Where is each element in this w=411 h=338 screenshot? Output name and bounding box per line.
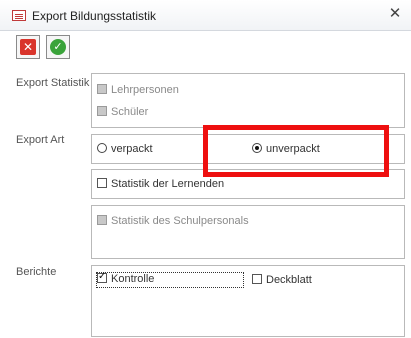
checkbox-kontrolle[interactable]: Kontrolle <box>96 271 244 288</box>
checkbox-deckblatt[interactable]: Deckblatt <box>252 274 312 286</box>
checkbox-statistik-lernende[interactable]: Statistik der Lernenden <box>97 178 224 190</box>
radio-verpackt[interactable]: verpackt <box>97 143 153 155</box>
checkbox-label: Schüler <box>111 106 149 118</box>
radio-label: unverpackt <box>266 143 320 155</box>
checkbox-label: Deckblatt <box>266 274 312 286</box>
export-art-label: Export Art <box>16 134 65 146</box>
checkbox-box[interactable] <box>97 106 107 116</box>
berichte-label: Berichte <box>16 266 57 278</box>
radio-button[interactable] <box>252 143 262 153</box>
form-icon <box>12 10 26 21</box>
radio-button[interactable] <box>97 143 107 153</box>
checkbox-label: Statistik des Schulpersonals <box>111 215 249 227</box>
export-statistik-label: Export Statistik <box>16 77 90 89</box>
window-close-button[interactable]: ✕ <box>385 4 405 24</box>
checkbox-box[interactable] <box>97 215 107 225</box>
export-statistik-group: Lehrpersonen Schüler <box>91 73 405 128</box>
title-bar: Export Bildungsstatistik ✕ <box>0 0 411 31</box>
checkbox-box[interactable] <box>97 178 107 188</box>
checkbox-label: Lehrpersonen <box>111 84 179 96</box>
export-art-group: verpackt unverpackt <box>91 134 405 164</box>
checkbox-label: Statistik der Lernenden <box>111 178 225 190</box>
check-icon: ✓ <box>50 39 66 55</box>
checkbox-box[interactable] <box>252 274 262 284</box>
checkbox-box[interactable] <box>97 84 107 94</box>
radio-unverpackt[interactable]: unverpackt <box>252 143 320 155</box>
berichte-group: Kontrolle Deckblatt <box>91 265 405 337</box>
radio-label: verpackt <box>111 143 153 155</box>
checkbox-lehrpersonen[interactable]: Lehrpersonen <box>97 84 179 96</box>
close-icon: ✕ <box>20 39 36 55</box>
checkbox-schueler[interactable]: Schüler <box>97 106 148 118</box>
checkbox-box[interactable] <box>97 271 107 283</box>
confirm-button[interactable]: ✓ <box>46 35 70 59</box>
cancel-button[interactable]: ✕ <box>16 35 40 59</box>
statistik-lernende-group: Statistik der Lernenden <box>91 169 405 199</box>
checkbox-statistik-schulpersonal[interactable]: Statistik des Schulpersonals <box>97 215 249 227</box>
window-title: Export Bildungsstatistik <box>32 9 157 23</box>
checkbox-label: Kontrolle <box>111 273 155 285</box>
statistik-schulpersonal-group: Statistik des Schulpersonals <box>91 205 405 259</box>
